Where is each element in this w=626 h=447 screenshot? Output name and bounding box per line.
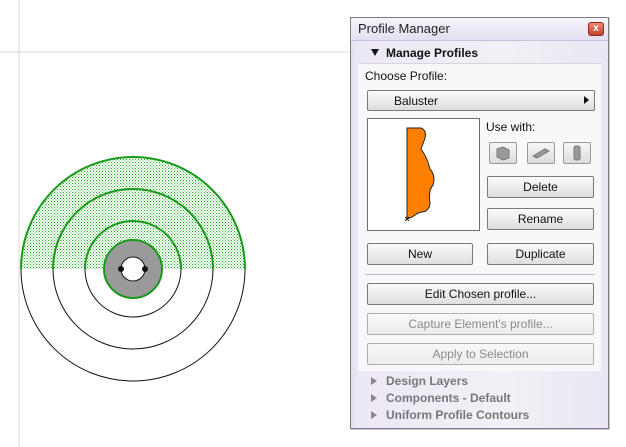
- expand-triangle-icon: [371, 411, 377, 419]
- expand-triangle-icon[interactable]: [371, 49, 379, 56]
- palette-title: Profile Manager: [358, 21, 450, 36]
- manage-profiles-header[interactable]: Manage Profiles: [386, 46, 478, 60]
- duplicate-button[interactable]: Duplicate: [487, 243, 594, 265]
- use-with-beam-button[interactable]: [527, 142, 555, 164]
- uniform-contours-header[interactable]: Uniform Profile Contours: [359, 407, 600, 423]
- profile-dropdown[interactable]: Baluster: [367, 90, 595, 111]
- profile-preview[interactable]: [367, 118, 480, 231]
- components-label: Components - Default: [386, 391, 511, 405]
- expand-triangle-icon: [371, 377, 377, 385]
- use-with-column-button[interactable]: [563, 142, 591, 164]
- baluster-profile-shape: [404, 127, 435, 222]
- use-with-wall-button[interactable]: [489, 142, 517, 164]
- hotspot-left[interactable]: [118, 266, 124, 272]
- edit-profile-button[interactable]: Edit Chosen profile...: [367, 283, 594, 305]
- use-with-label: Use with:: [486, 120, 536, 134]
- profile-manager-palette: Profile Manager x Manage Profiles Choose…: [350, 17, 609, 429]
- rename-button[interactable]: Rename: [487, 208, 594, 230]
- design-layers-header[interactable]: Design Layers: [359, 373, 600, 389]
- wall-icon: [496, 146, 510, 161]
- beam-icon: [531, 148, 551, 159]
- uniform-contours-label: Uniform Profile Contours: [386, 408, 530, 422]
- close-icon: x: [593, 23, 599, 34]
- chevron-right-icon: [584, 96, 589, 104]
- choose-profile-label: Choose Profile:: [365, 69, 448, 83]
- palette-titlebar[interactable]: Profile Manager x: [351, 18, 608, 41]
- design-layers-label: Design Layers: [386, 374, 469, 388]
- hotspot-right[interactable]: [142, 266, 148, 272]
- profile-dropdown-value: Baluster: [394, 94, 439, 108]
- expand-triangle-icon: [371, 394, 377, 402]
- new-button[interactable]: New: [367, 243, 473, 265]
- center-hole: [120, 256, 146, 282]
- separator: [365, 274, 595, 275]
- components-header[interactable]: Components - Default: [359, 390, 600, 406]
- column-icon: [573, 145, 581, 161]
- delete-button[interactable]: Delete: [487, 176, 594, 198]
- apply-to-selection-button[interactable]: Apply to Selection: [367, 343, 594, 365]
- capture-profile-button[interactable]: Capture Element's profile...: [367, 313, 594, 335]
- close-button[interactable]: x: [588, 22, 604, 36]
